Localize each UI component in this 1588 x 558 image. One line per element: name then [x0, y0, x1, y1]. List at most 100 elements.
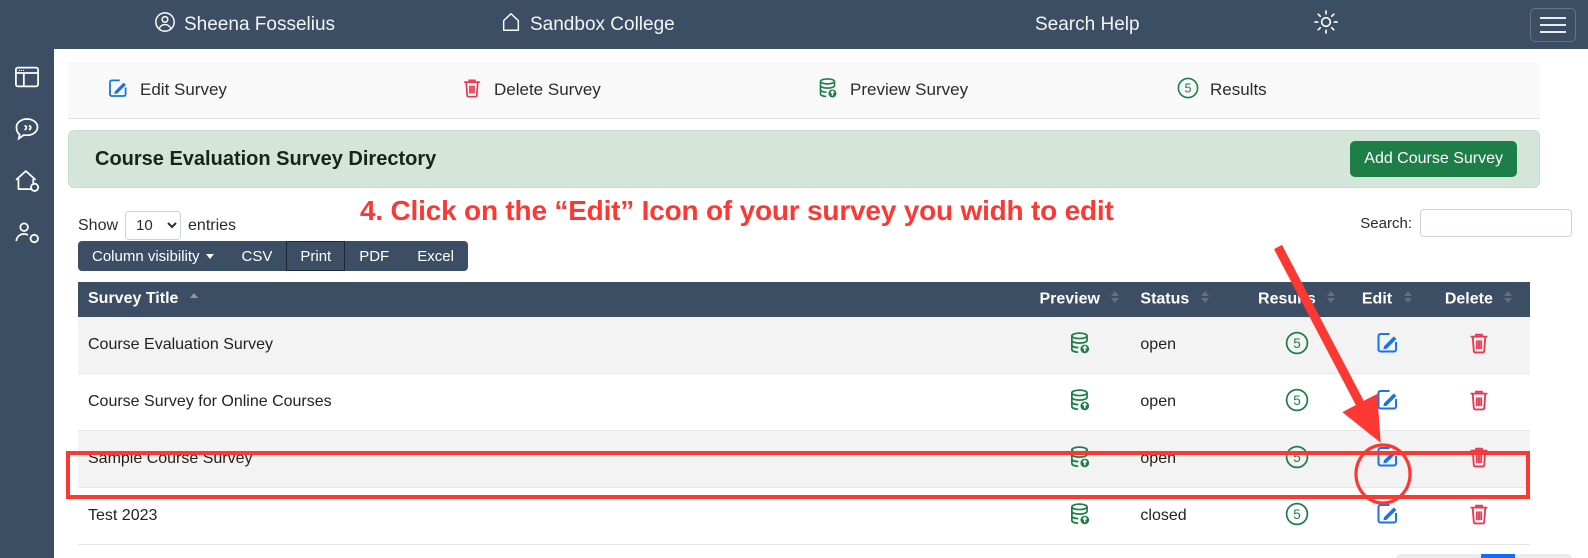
export-pdf-button[interactable]: PDF: [345, 241, 403, 271]
column-header-results[interactable]: Results: [1248, 282, 1347, 317]
results-icon-row-3[interactable]: 5: [1284, 444, 1310, 470]
database-upload-icon: [816, 76, 840, 105]
results-icon-row-1[interactable]: 5: [1284, 330, 1310, 356]
show-entries-select[interactable]: 10: [125, 211, 182, 240]
svg-text:5: 5: [1185, 81, 1192, 95]
show-entries-suffix: entries: [188, 216, 237, 234]
navbar-search-help[interactable]: Search Help: [1035, 14, 1140, 36]
cell-status: open: [1130, 430, 1249, 488]
export-excel-button[interactable]: Excel: [403, 241, 468, 271]
column-header-edit-label: Edit: [1361, 290, 1393, 308]
preview-icon-row-3[interactable]: [1067, 444, 1093, 470]
sort-both-icon: [1200, 290, 1210, 309]
delete-icon-row-3[interactable]: [1466, 444, 1492, 470]
edit-icon-row-3[interactable]: [1374, 443, 1401, 470]
cell-survey-title: Sample Course Survey: [78, 430, 1030, 488]
column-header-status-label: Status: [1140, 290, 1190, 308]
table-row[interactable]: Course Evaluation Survey open 5: [78, 317, 1530, 374]
column-header-results-label: Results: [1258, 290, 1316, 308]
column-header-delete[interactable]: Delete: [1428, 282, 1530, 317]
pagination-next[interactable]: Next: [1515, 554, 1572, 558]
column-header-survey-title-label: Survey Title: [88, 290, 179, 308]
cell-edit[interactable]: [1346, 317, 1429, 374]
navbar-user[interactable]: Sheena Fosselius: [154, 11, 335, 39]
cell-edit[interactable]: [1346, 430, 1429, 488]
cell-preview[interactable]: [1029, 373, 1131, 431]
table-row[interactable]: Sample Course Survey open 5: [78, 430, 1530, 488]
table-row[interactable]: Course Survey for Online Courses open 5: [78, 373, 1530, 431]
cell-preview[interactable]: [1029, 317, 1131, 374]
svg-text:5: 5: [1293, 392, 1301, 407]
directory-banner: Course Evaluation Survey Directory Add C…: [68, 130, 1540, 188]
results-icon-row-2[interactable]: 5: [1284, 387, 1310, 413]
main-content: Edit Survey Delete Survey Preview Survey…: [54, 49, 1588, 558]
add-course-survey-button[interactable]: Add Course Survey: [1350, 141, 1517, 177]
column-header-delete-label: Delete: [1444, 290, 1493, 308]
cell-delete[interactable]: [1428, 430, 1530, 488]
sort-both-icon: [1403, 290, 1413, 309]
theme-toggle-button[interactable]: [1313, 9, 1339, 41]
sidebar-item-site-settings[interactable]: [11, 165, 43, 197]
delete-icon-row-1[interactable]: [1466, 330, 1492, 356]
delete-icon-row-4[interactable]: [1466, 501, 1492, 527]
navbar-school-name: Sandbox College: [530, 13, 675, 35]
edit-icon-row-1[interactable]: [1374, 329, 1401, 356]
sort-ascending-icon: [189, 290, 199, 308]
delete-icon-row-2[interactable]: [1466, 387, 1492, 413]
cell-results[interactable]: 5: [1248, 487, 1347, 545]
navbar-user-name: Sheena Fosselius: [184, 13, 336, 35]
print-button[interactable]: Print: [286, 241, 346, 271]
edit-icon-row-2[interactable]: [1374, 386, 1401, 413]
edit-icon-row-4[interactable]: [1374, 500, 1401, 527]
sort-both-icon: [1110, 290, 1120, 309]
cell-delete[interactable]: [1428, 317, 1530, 374]
column-visibility-button[interactable]: Column visibility: [78, 241, 228, 271]
sort-both-icon: [1503, 290, 1513, 309]
hamburger-menu-button[interactable]: [1530, 7, 1576, 42]
sidebar-item-dashboard[interactable]: [11, 61, 43, 93]
cell-survey-title: Course Evaluation Survey: [78, 317, 1030, 374]
export-csv-button[interactable]: CSV: [228, 241, 287, 271]
cell-results[interactable]: 5: [1248, 373, 1347, 431]
toolbar-preview-survey[interactable]: Preview Survey: [816, 76, 968, 105]
column-header-edit[interactable]: Edit: [1346, 282, 1429, 317]
navbar-school[interactable]: Sandbox College: [500, 11, 675, 39]
svg-text:5: 5: [1293, 506, 1301, 521]
cell-edit[interactable]: [1346, 487, 1429, 545]
trash-icon: [460, 76, 484, 105]
cell-results[interactable]: 5: [1248, 430, 1347, 488]
top-navbar: Sheena Fosselius Sandbox College Search …: [0, 0, 1588, 49]
toolbar-results[interactable]: 5 Results: [1176, 76, 1267, 105]
cell-edit[interactable]: [1346, 373, 1429, 431]
cell-survey-title: Course Survey for Online Courses: [78, 373, 1030, 431]
cell-results[interactable]: 5: [1248, 317, 1347, 374]
preview-icon-row-1[interactable]: [1067, 330, 1093, 356]
table-row[interactable]: Test 2023 closed 5: [78, 487, 1530, 545]
cell-delete[interactable]: [1428, 373, 1530, 431]
sidebar-item-messages[interactable]: [11, 113, 43, 145]
cell-preview[interactable]: [1029, 430, 1131, 488]
pagination-page-1[interactable]: 1: [1480, 554, 1516, 558]
table-body: Course Evaluation Survey open 5 Course S…: [78, 317, 1530, 545]
show-entries-control: Show 10 entries: [78, 211, 236, 240]
toolbar-delete-survey[interactable]: Delete Survey: [460, 76, 601, 105]
preview-icon-row-4[interactable]: [1067, 501, 1093, 527]
column-header-preview[interactable]: Preview: [1029, 282, 1131, 317]
toolbar-edit-survey[interactable]: Edit Survey: [106, 76, 227, 105]
column-header-status[interactable]: Status: [1130, 282, 1249, 317]
search-input[interactable]: [1420, 209, 1572, 237]
cell-delete[interactable]: [1428, 487, 1530, 545]
column-header-survey-title[interactable]: Survey Title: [78, 282, 1030, 317]
preview-icon-row-2[interactable]: [1067, 387, 1093, 413]
sidebar-item-user-settings[interactable]: [11, 217, 43, 249]
page-title: Course Evaluation Survey Directory: [95, 147, 437, 170]
results-icon-row-4[interactable]: 5: [1284, 501, 1310, 527]
column-visibility-label: Column visibility: [92, 247, 200, 265]
home-icon: [500, 11, 522, 39]
hamburger-menu-icon: [1540, 23, 1566, 26]
svg-text:5: 5: [1293, 335, 1301, 350]
cell-survey-title: Test 2023: [78, 487, 1030, 545]
cell-preview[interactable]: [1029, 487, 1131, 545]
search-label: Search:: [1360, 214, 1412, 232]
pagination-previous[interactable]: Previous: [1396, 554, 1481, 558]
